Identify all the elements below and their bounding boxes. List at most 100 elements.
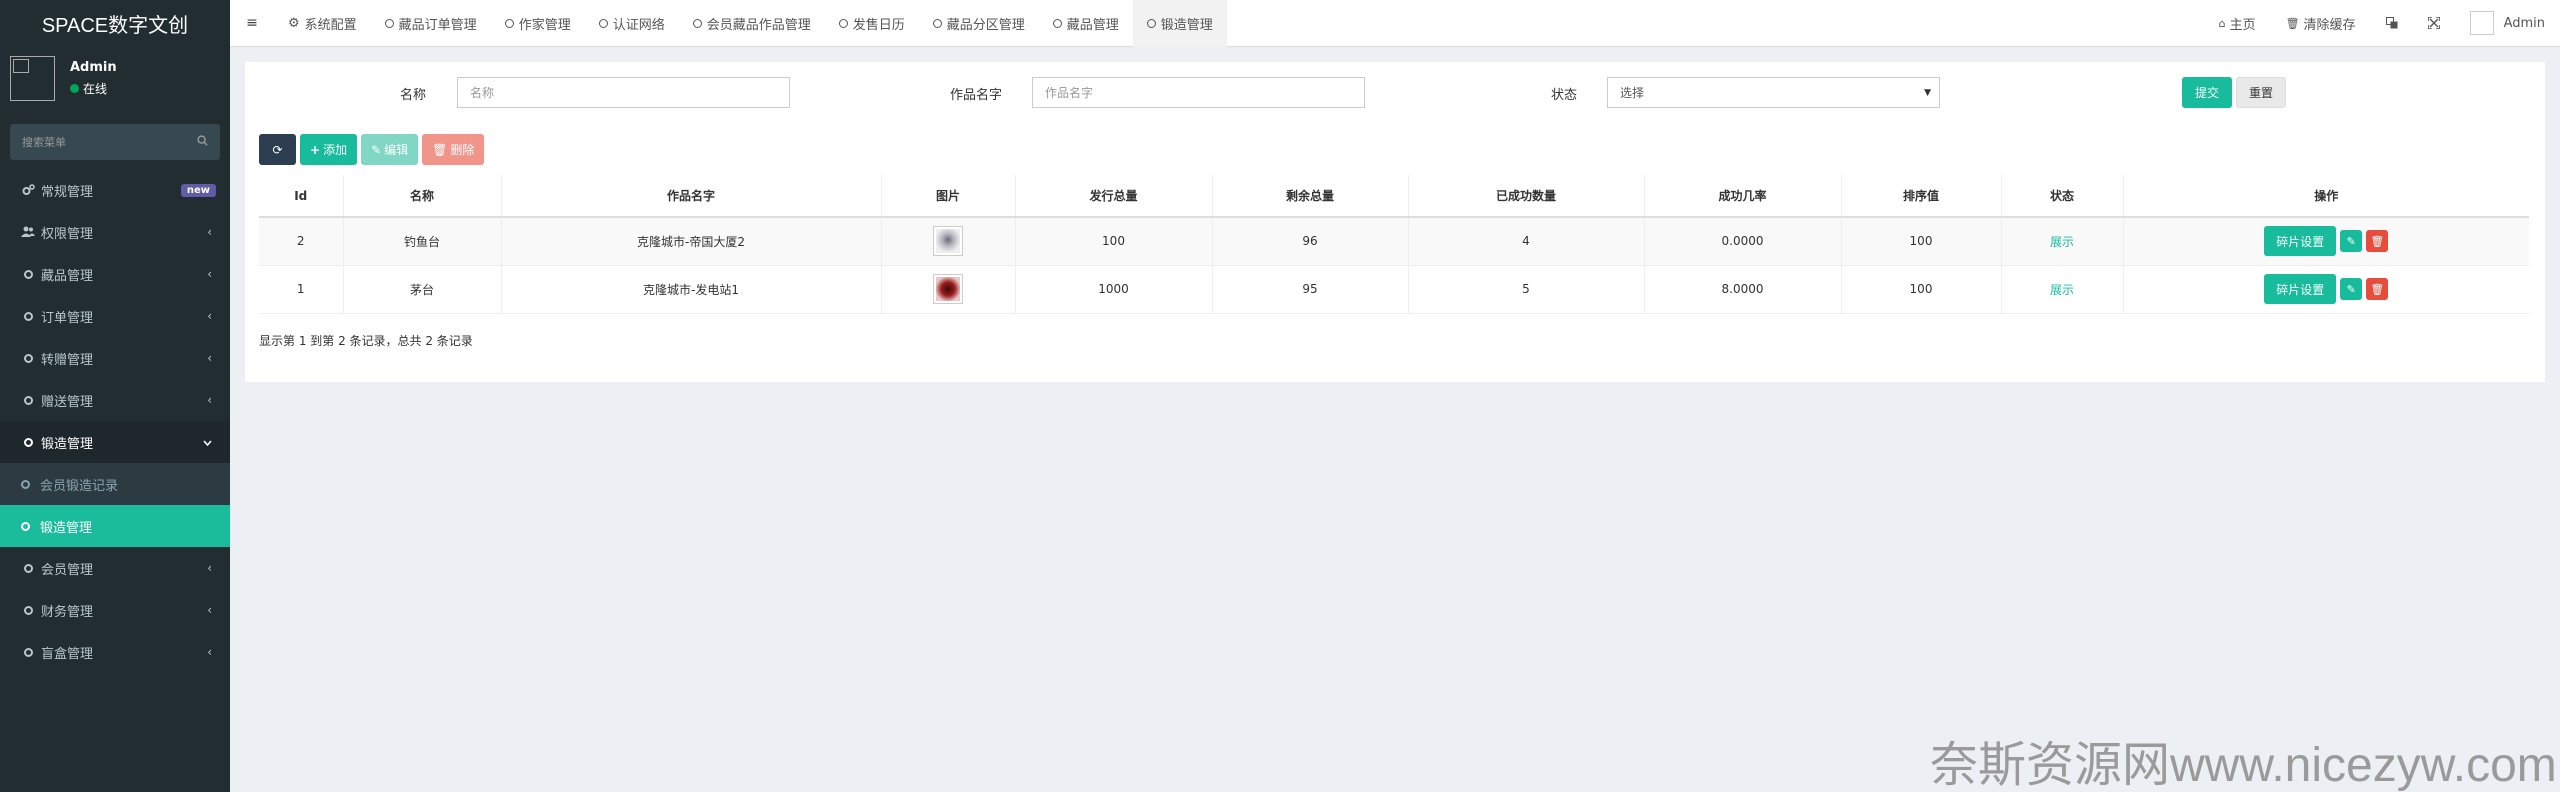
watermark: 奈斯资源网www.nicezyw.com bbox=[1930, 739, 2557, 792]
circle-icon bbox=[21, 479, 30, 489]
fragment-settings-button[interactable]: 碎片设置 bbox=[2264, 226, 2337, 257]
tab-auth-network[interactable]: 认证网络 bbox=[585, 0, 679, 47]
col-header: 剩余总量 bbox=[1212, 175, 1409, 218]
col-header: 操作 bbox=[2123, 175, 2529, 218]
sidebar-item-orders[interactable]: 订单管理 ‹ bbox=[0, 295, 230, 337]
col-header: 状态 bbox=[2001, 175, 2124, 218]
cell-image bbox=[881, 217, 1016, 266]
tab-collection-orders[interactable]: 藏品订单管理 bbox=[371, 0, 491, 47]
sidebar-item-forge[interactable]: 锻造管理 bbox=[0, 421, 230, 463]
tab-forge-manage[interactable]: 锻造管理 bbox=[1132, 0, 1227, 47]
user-name: Admin bbox=[70, 60, 117, 75]
col-header: 图片 bbox=[881, 175, 1016, 218]
col-header: 成功几率 bbox=[1644, 175, 1842, 218]
chevron-down-icon bbox=[203, 435, 212, 449]
status-filter-select[interactable]: 选择 ▼ bbox=[1607, 77, 1940, 108]
circle-icon bbox=[838, 18, 848, 28]
pencil-icon: ✎ bbox=[2346, 282, 2356, 296]
cell-status: 展示 bbox=[2001, 217, 2124, 266]
sidebar-item-forge-manage[interactable]: 锻造管理 bbox=[0, 505, 230, 547]
chevron-left-icon: ‹ bbox=[207, 393, 212, 407]
home-icon: ⌂ bbox=[2218, 16, 2226, 30]
app-logo[interactable]: SPACE数字文创 bbox=[0, 0, 230, 47]
cell-rate: 0.0000 bbox=[1644, 217, 1842, 266]
add-button[interactable]: + 添加 bbox=[300, 134, 358, 165]
col-header: 作品名字 bbox=[501, 175, 882, 218]
circle-icon bbox=[23, 605, 33, 615]
tab-authors[interactable]: 作家管理 bbox=[491, 0, 585, 47]
circle-icon bbox=[23, 563, 33, 573]
cell-rate: 8.0000 bbox=[1644, 265, 1842, 314]
thumbnail-image[interactable] bbox=[933, 226, 963, 257]
tab-sale-calendar[interactable]: 发售日历 bbox=[825, 0, 919, 47]
cell-actions: 碎片设置 ✎ 🗑 bbox=[2123, 265, 2529, 314]
row-delete-button[interactable]: 🗑 bbox=[2366, 230, 2389, 253]
sidebar-item-general[interactable]: 常规管理 new bbox=[0, 169, 230, 211]
chevron-left-icon: ‹ bbox=[207, 225, 212, 239]
filter-form: 名称 名称 作品名字 作品名字 状态 选择 ▼ 提交 重置 bbox=[245, 62, 2545, 124]
sidebar-item-finance[interactable]: 财务管理 ‹ bbox=[0, 589, 230, 631]
sidebar-item-auth[interactable]: 权限管理 ‹ bbox=[0, 211, 230, 253]
pencil-icon: ✎ bbox=[2346, 234, 2356, 248]
language-toggle-icon[interactable] bbox=[2371, 17, 2413, 29]
chevron-left-icon: ‹ bbox=[207, 645, 212, 659]
circle-icon bbox=[23, 311, 33, 321]
new-badge: new bbox=[180, 183, 216, 197]
menu-toggle-icon[interactable]: ≡ bbox=[230, 15, 274, 31]
thumbnail-image[interactable] bbox=[933, 274, 963, 304]
sidebar-item-collection[interactable]: 藏品管理 ‹ bbox=[0, 253, 230, 295]
cell-sort: 100 bbox=[1841, 265, 2002, 314]
table-row[interactable]: 1 茅台 克隆城市-发电站1 1000 95 5 8.0000 100 展示 碎… bbox=[259, 265, 2529, 314]
sidebar-item-members[interactable]: 会员管理 ‹ bbox=[0, 547, 230, 589]
reset-button[interactable]: 重置 bbox=[2236, 77, 2286, 108]
cell-remain: 96 bbox=[1212, 217, 1409, 266]
tab-system-config[interactable]: ⚙ 系统配置 bbox=[274, 0, 371, 47]
sidebar-item-gift[interactable]: 赠送管理 ‹ bbox=[0, 379, 230, 421]
sidebar: SPACE数字文创 Admin 在线 搜索菜单 常规管理 new 权限管理 ‹ … bbox=[0, 0, 230, 792]
refresh-button[interactable]: ⟳ bbox=[259, 134, 296, 165]
cogs-icon bbox=[21, 184, 35, 196]
name-filter-input[interactable]: 名称 bbox=[457, 77, 790, 108]
row-edit-button[interactable]: ✎ bbox=[2340, 230, 2363, 253]
home-link[interactable]: ⌂ 主页 bbox=[2204, 14, 2271, 33]
row-delete-button[interactable]: 🗑 bbox=[2366, 278, 2389, 300]
tab-member-works[interactable]: 会员藏品作品管理 bbox=[679, 0, 825, 47]
table-row[interactable]: 2 钓鱼台 克隆城市-帝国大厦2 100 96 4 0.0000 100 展示 … bbox=[259, 217, 2529, 266]
cell-total: 100 bbox=[1015, 217, 1213, 266]
trash-icon: 🗑 bbox=[2370, 234, 2385, 248]
sidebar-search-input[interactable]: 搜索菜单 bbox=[10, 124, 220, 160]
user-menu[interactable]: Admin bbox=[2455, 11, 2560, 35]
fullscreen-icon[interactable] bbox=[2413, 17, 2455, 29]
gear-icon: ⚙ bbox=[288, 15, 300, 31]
circle-icon bbox=[692, 18, 702, 28]
online-dot-icon bbox=[70, 84, 79, 93]
work-filter-input[interactable]: 作品名字 bbox=[1032, 77, 1365, 108]
trash-icon: 🗑 bbox=[432, 142, 448, 157]
cell-image bbox=[881, 265, 1016, 314]
clear-cache-link[interactable]: 🗑 清除缓存 bbox=[2271, 14, 2371, 33]
plus-icon: + bbox=[310, 142, 321, 157]
topbar-right: ⌂ 主页 🗑 清除缓存 Admin bbox=[2204, 0, 2560, 47]
col-header[interactable]: Id bbox=[259, 175, 344, 218]
submit-button[interactable]: 提交 bbox=[2182, 77, 2232, 108]
refresh-icon: ⟳ bbox=[272, 142, 283, 157]
circle-icon bbox=[1146, 18, 1156, 28]
sidebar-item-transfer[interactable]: 转赠管理 ‹ bbox=[0, 337, 230, 379]
circle-icon bbox=[1052, 18, 1062, 28]
circle-icon bbox=[23, 269, 33, 279]
sidebar-item-forge-records[interactable]: 会员锻造记录 bbox=[0, 463, 230, 505]
sidebar-item-blindbox[interactable]: 盲盒管理 ‹ bbox=[0, 631, 230, 673]
status-badge: 展示 bbox=[2049, 282, 2074, 297]
search-icon[interactable] bbox=[197, 135, 208, 149]
status-filter-label: 状态 bbox=[1551, 88, 1578, 103]
topbar: ≡ ⚙ 系统配置 藏品订单管理 作家管理 认证网络 会员藏品作品管理 发售日历 藏… bbox=[230, 0, 2560, 47]
delete-button[interactable]: 🗑 删除 bbox=[422, 134, 485, 165]
tab-collections[interactable]: 藏品管理 bbox=[1039, 0, 1133, 47]
fragment-settings-button[interactable]: 碎片设置 bbox=[2264, 274, 2337, 304]
row-edit-button[interactable]: ✎ bbox=[2340, 278, 2363, 300]
edit-button[interactable]: ✎ 编辑 bbox=[361, 134, 419, 165]
tab-collection-zones[interactable]: 藏品分区管理 bbox=[919, 0, 1039, 47]
pagination-info: 显示第 1 到第 2 条记录，总共 2 条记录 bbox=[259, 334, 473, 348]
cell-work: 克隆城市-帝国大厦2 bbox=[501, 217, 882, 266]
circle-icon bbox=[384, 18, 394, 28]
